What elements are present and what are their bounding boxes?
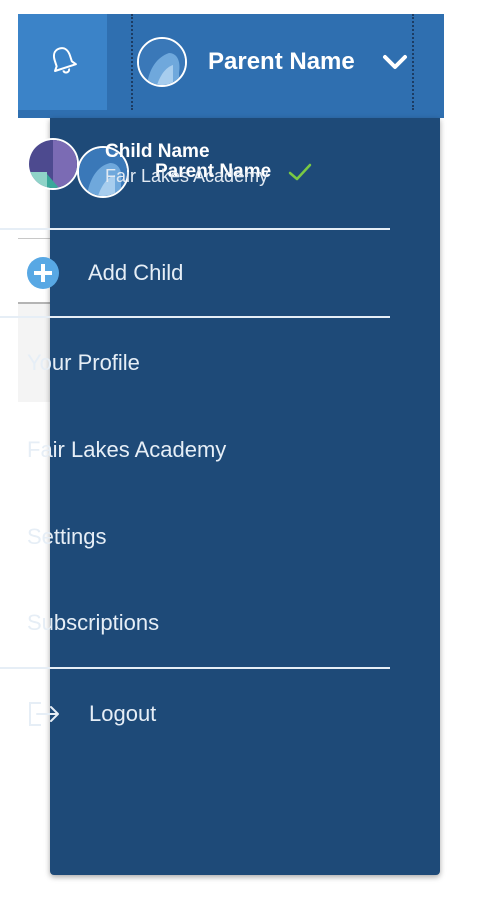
account-dropdown-menu: Parent Name — [50, 118, 440, 875]
menu-divider — [0, 316, 390, 318]
page-background-divider — [18, 238, 50, 239]
account-menu-button[interactable]: Parent Name — [131, 14, 414, 110]
notifications-button[interactable] — [18, 14, 107, 110]
logout-icon — [27, 700, 61, 728]
add-child-button[interactable]: Add Child — [0, 253, 390, 293]
avatar — [27, 138, 79, 190]
profile-school: Fair Lakes Academy — [105, 166, 269, 186]
profile-name: Child Name — [105, 141, 210, 162]
menu-divider — [0, 228, 390, 230]
profile-option-child[interactable]: Child Name Fair Lakes Academy — [0, 138, 390, 190]
avatar — [137, 37, 187, 87]
account-name: Parent Name — [208, 48, 355, 75]
logout-label: Logout — [89, 701, 157, 726]
menu-item-settings[interactable]: Settings — [27, 524, 107, 550]
menu-item-school[interactable]: Fair Lakes Academy — [27, 437, 226, 463]
logout-button[interactable]: Logout — [0, 697, 390, 731]
menu-item-subscriptions[interactable]: Subscriptions — [27, 610, 159, 636]
plus-icon — [27, 257, 59, 289]
menu-item-your-profile[interactable]: Your Profile — [27, 350, 140, 376]
add-child-label: Add Child — [88, 260, 184, 285]
menu-divider — [0, 667, 390, 669]
bell-icon — [46, 43, 80, 82]
chevron-down-icon — [382, 53, 408, 71]
